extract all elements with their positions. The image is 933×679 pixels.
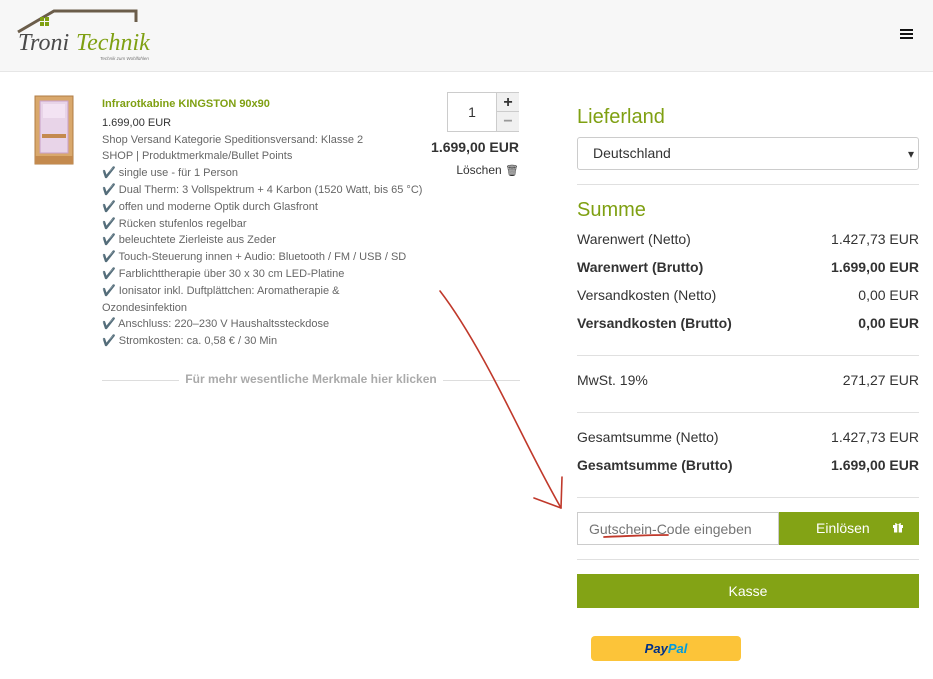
delete-label: Löschen xyxy=(456,163,502,177)
product-feature-line: ✔️ Touch-Steuerung innen + Audio: Blueto… xyxy=(102,251,407,264)
product-feature-line: ✔️ Farblichttherapie über 30 x 30 cm LED… xyxy=(102,267,345,280)
logo-graphic: Troni Technik Technik zum Wohlfühlen xyxy=(17,9,150,61)
summary-row-subtotal-gross: Warenwert (Brutto) 1.699,00 EUR xyxy=(577,259,919,279)
line-total: 1.699,00 EUR xyxy=(431,139,519,155)
country-selected-value: Deutschland xyxy=(593,145,671,161)
product-feature-line: Ozondesinfektion xyxy=(102,301,187,314)
checkout-button[interactable]: Kasse xyxy=(577,574,919,608)
summary-label: MwSt. 19% xyxy=(577,372,648,388)
summary-label: Warenwert (Brutto) xyxy=(577,259,704,275)
summary-label: Gesamtsumme (Netto) xyxy=(577,429,719,445)
summary-row-total-net: Gesamtsumme (Netto) 1.427,73 EUR xyxy=(577,429,919,449)
trash-icon: 🗑 xyxy=(505,165,519,177)
summary-value: 1.699,00 EUR xyxy=(831,457,919,473)
annotation-arrow xyxy=(439,290,562,509)
paypal-button[interactable]: PayPal xyxy=(591,636,741,661)
summary-row-subtotal-net: Warenwert (Netto) 1.427,73 EUR xyxy=(577,231,919,251)
divider xyxy=(577,559,919,560)
delete-button[interactable]: Löschen 🗑 xyxy=(420,163,519,177)
product-feature-line: ✔️ Dual Therm: 3 Vollspektrum + 4 Karbon… xyxy=(102,183,423,196)
sauna-cabin-icon xyxy=(34,95,74,165)
summary-value: 1.427,73 EUR xyxy=(831,231,919,247)
summary-row-vat: MwSt. 19% 271,27 EUR xyxy=(577,372,919,392)
summary-row-total-gross: Gesamtsumme (Brutto) 1.699,00 EUR xyxy=(577,457,919,477)
summary-value: 1.427,73 EUR xyxy=(831,429,919,445)
more-features-row: Für mehr wesentliche Merkmale hier klick… xyxy=(102,371,520,389)
product-feature-line: ✔️ single use - für 1 Person xyxy=(102,167,238,180)
divider xyxy=(577,184,919,185)
product-image[interactable] xyxy=(32,94,76,166)
product-details: Infrarotkabine KINGSTON 90x90 1.699,00 E… xyxy=(102,96,432,350)
shipping-heading: Lieferland xyxy=(577,106,665,128)
country-select[interactable]: Deutschland ▾ xyxy=(577,137,919,170)
product-feature-line: ✔️ Stromkosten: ca. 0,58 € / 30 Min xyxy=(102,335,278,348)
product-feature-line: ✔️ Anschluss: 220–230 V Haushaltssteckdo… xyxy=(102,318,330,331)
product-title[interactable]: Infrarotkabine KINGSTON 90x90 xyxy=(102,96,432,113)
redeem-coupon-button[interactable]: Einlösen xyxy=(779,512,919,545)
product-feature-line: ✔️ Ionisator inkl. Duftplättchen: Aromat… xyxy=(102,284,340,297)
header-bar: Troni Technik Technik zum Wohlfühlen xyxy=(0,0,933,72)
summary-value: 0,00 EUR xyxy=(858,287,919,303)
quantity-increase-button[interactable]: + xyxy=(496,93,519,112)
chevron-down-icon: ▾ xyxy=(907,147,914,161)
redeem-button-label: Einlösen xyxy=(816,520,870,536)
summary-value: 0,00 EUR xyxy=(858,315,919,331)
quantity-input[interactable]: 1 xyxy=(448,93,496,131)
coupon-code-input[interactable] xyxy=(577,512,779,545)
summary-value: 1.699,00 EUR xyxy=(831,259,919,275)
product-feature-line: ✔️ beleuchtete Zierleiste aus Zeder xyxy=(102,234,276,247)
summary-label: Versandkosten (Brutto) xyxy=(577,315,732,331)
summary-heading: Summe xyxy=(577,199,646,221)
summary-row-shipping-gross: Versandkosten (Brutto) 0,00 EUR xyxy=(577,315,919,335)
hamburger-menu-icon[interactable] xyxy=(900,27,920,45)
logo-brand-part1: Troni xyxy=(18,30,69,56)
more-features-container: Für mehr wesentliche Merkmale hier klick… xyxy=(102,372,520,386)
summary-label: Warenwert (Netto) xyxy=(577,231,691,247)
gift-icon xyxy=(892,512,904,545)
more-features-link[interactable]: Für mehr wesentliche Merkmale hier klick… xyxy=(179,372,443,386)
product-feature-line: SHOP | Produktmerkmale/Bullet Points xyxy=(102,150,293,163)
product-unit-price: 1.699,00 EUR xyxy=(102,116,172,129)
summary-label: Gesamtsumme (Brutto) xyxy=(577,457,733,473)
summary-value: 271,27 EUR xyxy=(842,372,919,388)
quantity-decrease-button[interactable]: − xyxy=(496,112,519,131)
divider xyxy=(577,412,919,413)
paypal-logo-part1: Pay xyxy=(644,641,668,656)
product-feature-line: ✔️ offen und moderne Optik durch Glasfro… xyxy=(102,200,318,213)
paypal-logo-part2: Pal xyxy=(667,641,688,656)
divider xyxy=(577,355,919,356)
annotation-arrowhead xyxy=(533,476,563,509)
product-feature-line: ✔️ Rücken stufenlos regelbar xyxy=(102,217,247,230)
logo-tagline: Technik zum Wohlfühlen xyxy=(100,56,149,61)
summary-label: Versandkosten (Netto) xyxy=(577,287,717,303)
logo-brand-part2: Technik xyxy=(76,30,150,56)
summary-row-shipping-net: Versandkosten (Netto) 0,00 EUR xyxy=(577,287,919,307)
quantity-stepper[interactable]: 1 + − xyxy=(447,92,519,132)
product-feature-line: Shop Versand Kategorie Speditionsversand… xyxy=(102,133,364,146)
divider xyxy=(577,497,919,498)
tronitechnik-logo[interactable]: Troni Technik Technik zum Wohlfühlen xyxy=(16,8,166,64)
